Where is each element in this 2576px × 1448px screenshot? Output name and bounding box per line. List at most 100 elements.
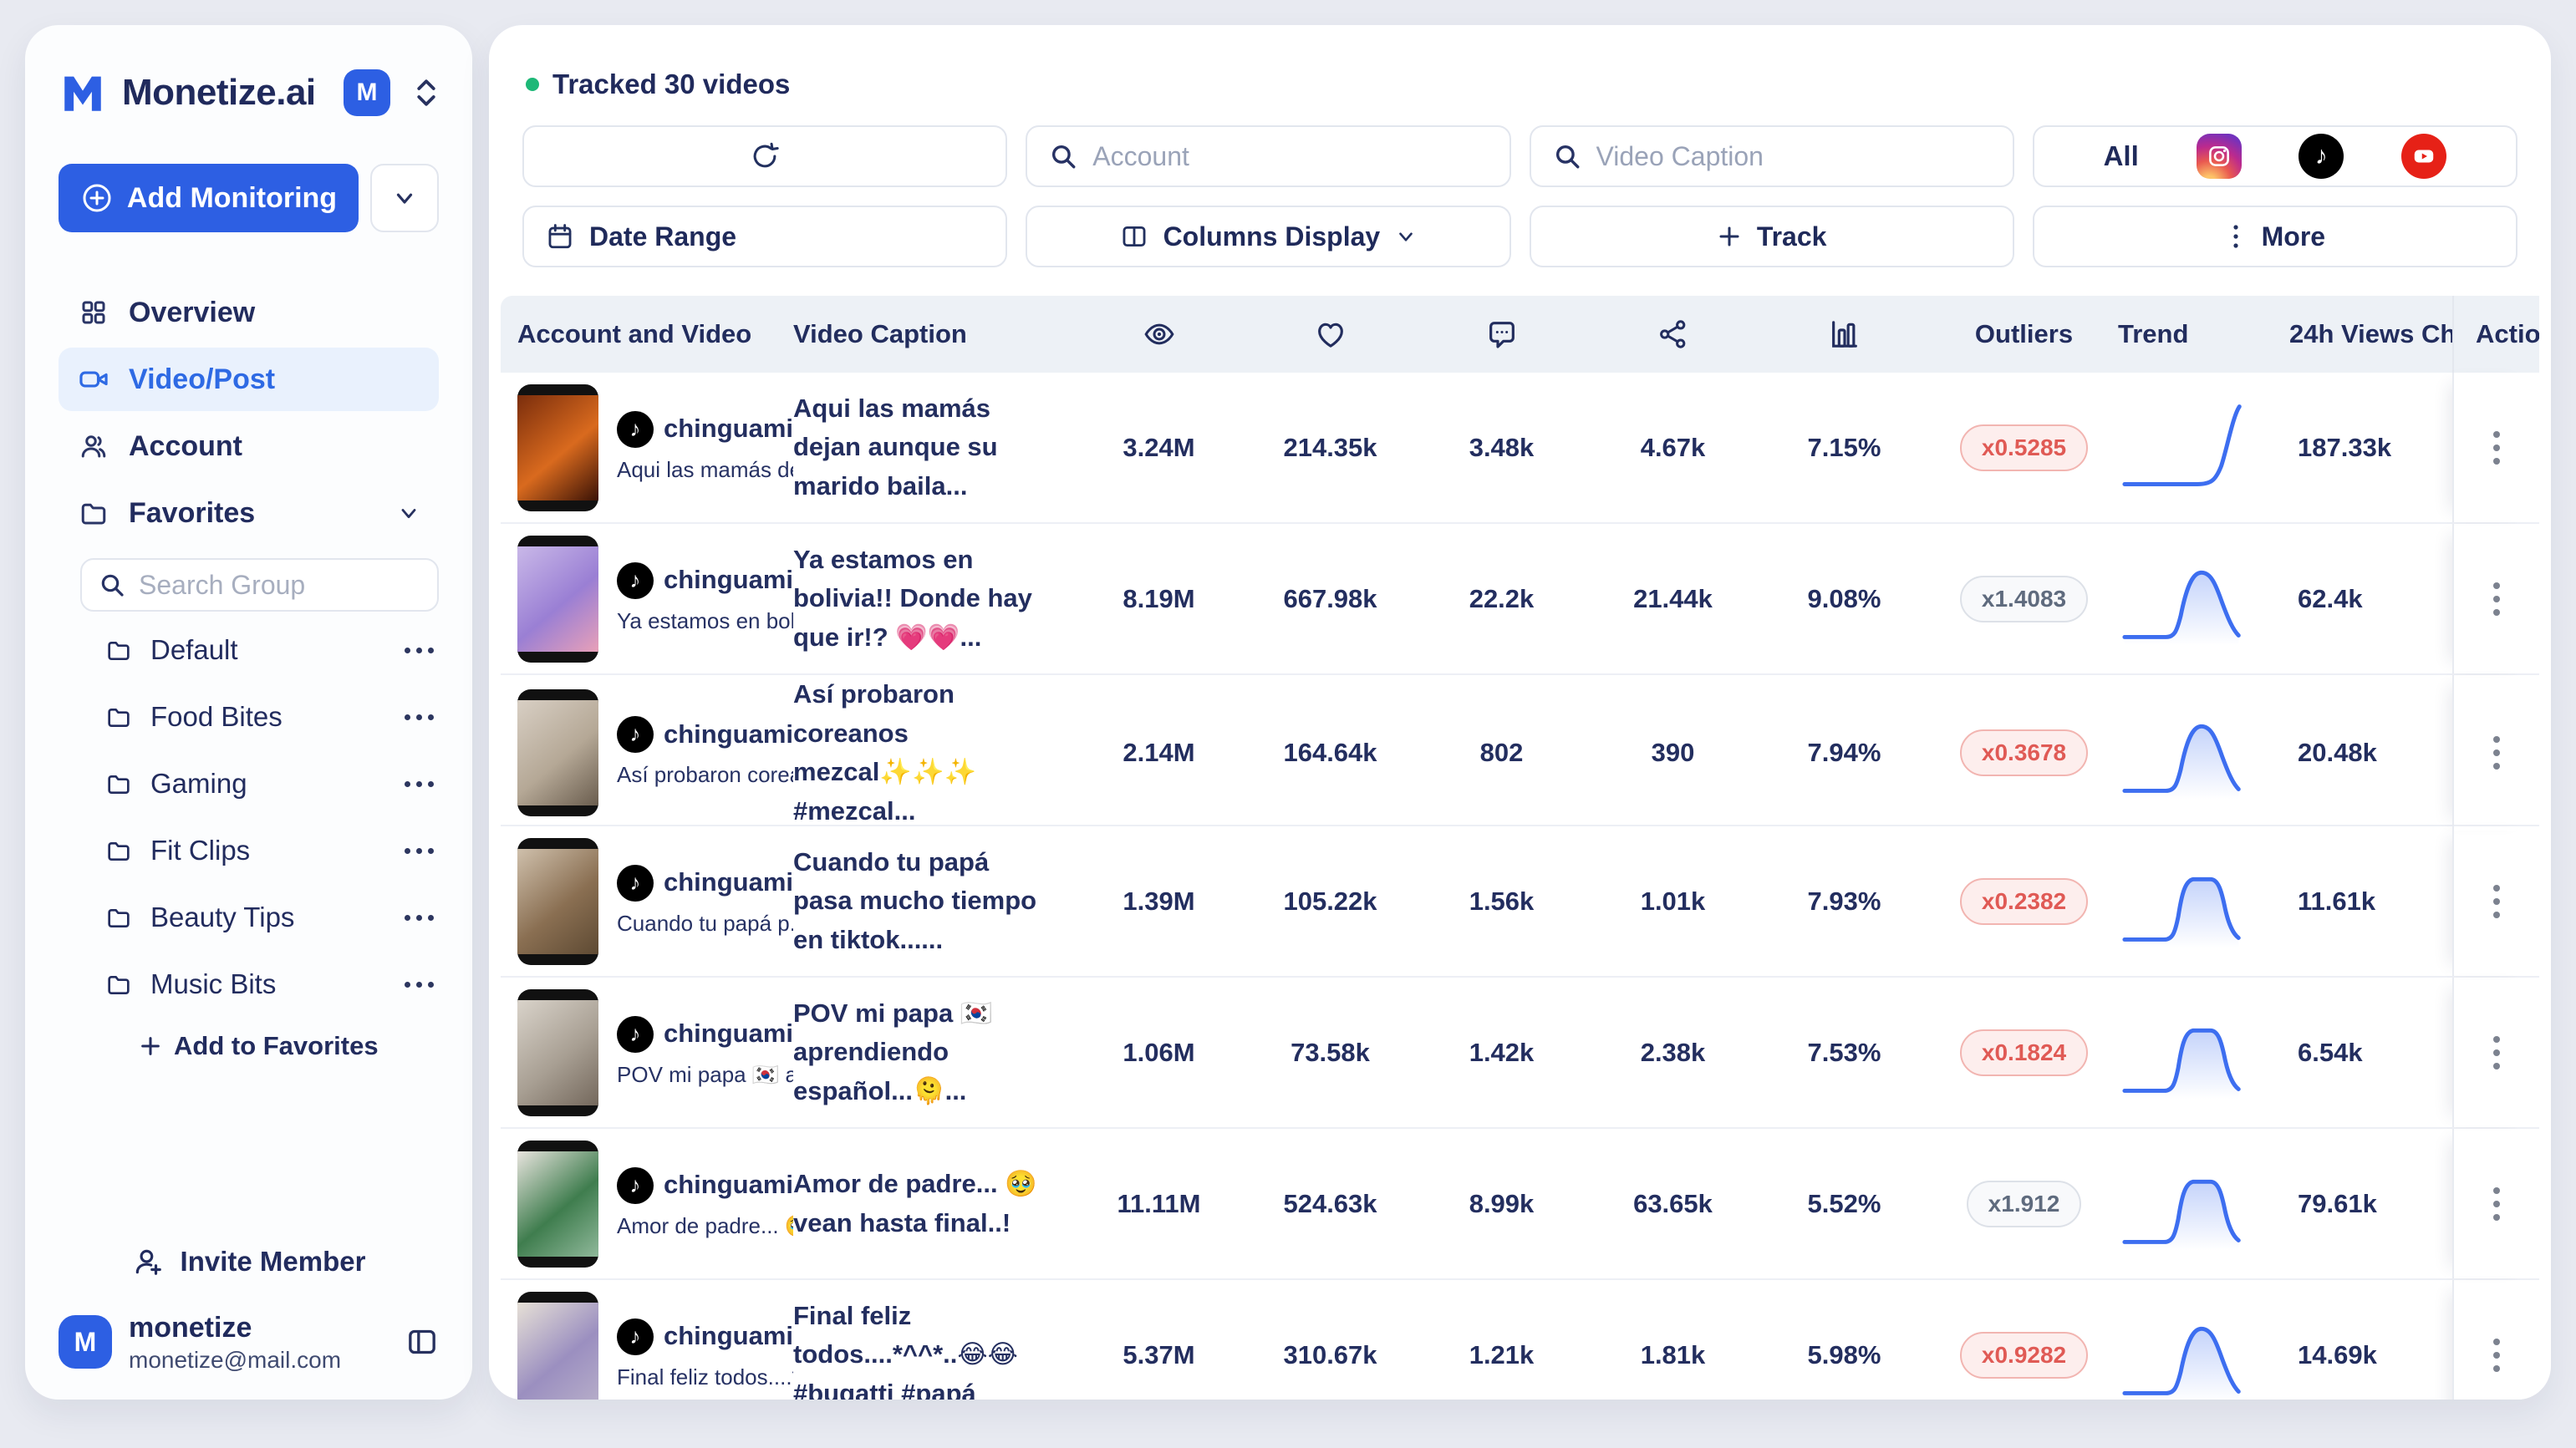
account-search-input[interactable] <box>1092 141 1487 172</box>
group-options-kebab[interactable] <box>405 848 439 854</box>
folder-icon <box>105 971 132 998</box>
views-24h-value: 11.61k <box>2289 887 2452 917</box>
search-group-box[interactable] <box>80 558 439 612</box>
invite-member-button[interactable]: Invite Member <box>59 1235 439 1288</box>
likes-value: 667.98k <box>1245 584 1416 614</box>
group-options-kebab[interactable] <box>405 781 439 787</box>
plus-icon <box>1717 224 1742 249</box>
comments-value: 22.2k <box>1416 584 1587 614</box>
video-thumbnail[interactable] <box>517 1292 598 1400</box>
column-header: Video Caption <box>793 319 1073 349</box>
video-caption: POV mi papa 🇰🇷 aprendiendo español...🫠..… <box>793 994 1073 1111</box>
user-email: monetize@mail.com <box>129 1345 389 1374</box>
add-monitoring-caret-button[interactable] <box>370 164 439 232</box>
video-caption: Aqui las mamás dejan aunque su marido ba… <box>793 389 1073 506</box>
row-actions-kebab[interactable] <box>2482 1024 2512 1081</box>
video-thumbnail[interactable] <box>517 689 598 816</box>
video-thumbnail[interactable] <box>517 536 598 663</box>
shares-value: 63.65k <box>1587 1189 1759 1219</box>
user-profile[interactable]: M monetize monetize@mail.com <box>59 1310 439 1375</box>
tiktok-icon: ♪ <box>617 1167 654 1204</box>
video-caption: Ya estamos en bolivia!! Donde hay que ir… <box>793 541 1073 658</box>
sidebar-item-video-post[interactable]: Video/Post <box>59 348 439 411</box>
sidebar-item-label: Favorites <box>129 497 255 530</box>
video-caption: Final feliz todos....*^^*..😂😂 #bugatti #… <box>793 1297 1073 1400</box>
video-thumbnail[interactable] <box>517 838 598 965</box>
row-actions-kebab[interactable] <box>2482 571 2512 627</box>
sidebar-item-overview[interactable]: Overview <box>59 281 439 344</box>
account-name[interactable]: chinguami... <box>664 1168 793 1202</box>
video-thumbnail[interactable] <box>517 989 598 1116</box>
search-group-input[interactable] <box>139 570 472 601</box>
account-name[interactable]: chinguami... <box>664 563 793 597</box>
views-value: 1.06M <box>1073 1038 1245 1068</box>
folder-icon <box>105 904 132 931</box>
track-button[interactable]: Track <box>1530 206 2014 267</box>
group-options-kebab[interactable] <box>405 714 439 720</box>
group-item-music-bits[interactable]: Music Bits <box>59 951 439 1018</box>
outlier-badge: x1.4083 <box>1960 576 2088 622</box>
group-label: Music Bits <box>150 968 386 1000</box>
row-actions-kebab[interactable] <box>2482 1176 2512 1232</box>
date-range-button[interactable]: Date Range <box>522 206 1007 267</box>
caption-search-box[interactable] <box>1530 125 2014 187</box>
group-item-beauty-tips[interactable]: Beauty Tips <box>59 884 439 951</box>
views-24h-value: 62.4k <box>2289 584 2452 614</box>
tiktok-icon[interactable]: ♪ <box>2299 134 2344 179</box>
add-to-favorites-button[interactable]: Add to Favorites <box>139 1031 439 1061</box>
outlier-badge: x0.2382 <box>1960 878 2088 925</box>
group-options-kebab[interactable] <box>405 648 439 653</box>
account-name[interactable]: chinguami... <box>664 412 793 445</box>
video-thumbnail[interactable] <box>517 1141 598 1268</box>
workspace-badge[interactable]: M <box>344 69 390 116</box>
sidebar-item-label: Account <box>129 430 242 463</box>
row-actions-kebab[interactable] <box>2482 419 2512 476</box>
refresh-button[interactable] <box>522 125 1007 187</box>
refresh-icon <box>749 140 781 172</box>
account-name[interactable]: chinguami... <box>664 1017 793 1050</box>
account-search-box[interactable] <box>1026 125 1510 187</box>
folder-icon <box>105 637 132 663</box>
engagement-value: 7.53% <box>1759 1038 1930 1068</box>
person-plus-icon <box>132 1246 164 1278</box>
tiktok-icon: ♪ <box>617 562 654 599</box>
columns-display-button[interactable]: Columns Display <box>1026 206 1510 267</box>
row-actions-kebab[interactable] <box>2482 724 2512 781</box>
row-actions-kebab[interactable] <box>2482 1327 2512 1384</box>
account-name[interactable]: chinguami... <box>664 1319 793 1353</box>
instagram-icon[interactable] <box>2197 134 2242 179</box>
group-options-kebab[interactable] <box>405 915 439 921</box>
comments-value: 1.21k <box>1416 1340 1587 1370</box>
workspace-unfold-icon[interactable] <box>414 77 439 109</box>
eye-icon <box>1073 318 1245 351</box>
group-item-gaming[interactable]: Gaming <box>59 750 439 817</box>
tracked-status: Tracked 30 videos <box>526 69 2551 100</box>
engagement-value: 7.15% <box>1759 433 1930 463</box>
group-item-food-bites[interactable]: Food Bites <box>59 683 439 750</box>
platform-all-button[interactable]: All <box>2104 140 2139 172</box>
group-item-fit-clips[interactable]: Fit Clips <box>59 817 439 884</box>
more-button[interactable]: More <box>2033 206 2517 267</box>
folder-icon <box>105 704 132 730</box>
group-item-default[interactable]: Default <box>59 617 439 683</box>
search-icon <box>1049 142 1077 170</box>
group-options-kebab[interactable] <box>405 982 439 988</box>
table-body: ♪ chinguami... Aqui las mamás de... Aqui… <box>501 373 2539 1400</box>
row-actions-kebab[interactable] <box>2482 873 2512 930</box>
add-monitoring-button[interactable]: Add Monitoring <box>59 164 359 232</box>
caption-search-input[interactable] <box>1596 141 1991 172</box>
tiktok-icon: ♪ <box>617 1318 654 1355</box>
account-name[interactable]: chinguami... <box>664 718 793 751</box>
users-icon <box>77 431 110 461</box>
account-name[interactable]: chinguami... <box>664 866 793 899</box>
video-thumbnail[interactable] <box>517 384 598 511</box>
video-caption: Amor de padre... 🥹 vean hasta final..! <box>793 1165 1073 1242</box>
likes-value: 73.58k <box>1245 1038 1416 1068</box>
video-caption: Cuando tu papá pasa mucho tiempo en tikt… <box>793 843 1073 960</box>
youtube-icon[interactable] <box>2401 134 2446 179</box>
sidebar-item-account[interactable]: Account <box>59 414 439 478</box>
chevron-down-icon[interactable] <box>397 501 420 525</box>
sidebar-item-favorites[interactable]: Favorites <box>59 481 439 545</box>
folder-icon <box>77 498 110 528</box>
collapse-sidebar-icon[interactable] <box>405 1325 439 1359</box>
